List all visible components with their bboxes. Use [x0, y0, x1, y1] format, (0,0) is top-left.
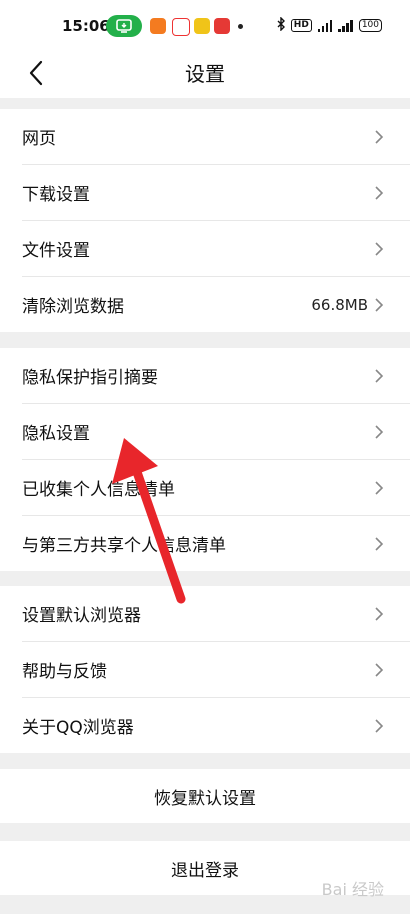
- settings-group-general: 网页 下载设置 文件设置 清除浏览数据 66.8MB: [0, 109, 410, 332]
- settings-item-default-browser[interactable]: 设置默认浏览器: [22, 586, 410, 642]
- settings-item-label: 清除浏览数据: [22, 297, 124, 317]
- chevron-right-icon: [375, 185, 384, 200]
- chevron-right-icon: [375, 129, 384, 144]
- settings-item-label: 隐私设置: [22, 424, 90, 444]
- bluetooth-icon: [277, 16, 285, 34]
- settings-item-label: 下载设置: [22, 185, 90, 205]
- status-bar: 15:06 HD 100: [0, 0, 410, 52]
- settings-item-help-feedback[interactable]: 帮助与反馈: [22, 642, 410, 698]
- settings-item-label: 已收集个人信息清单: [22, 480, 175, 500]
- signal-icon: [338, 19, 353, 32]
- battery-icon: 100: [358, 19, 382, 32]
- status-time: 15:06: [62, 17, 110, 35]
- signal-icon: [317, 19, 333, 32]
- chevron-right-icon: [375, 424, 384, 439]
- settings-item-webpage[interactable]: 网页: [22, 109, 410, 165]
- settings-item-clear-data[interactable]: 清除浏览数据 66.8MB: [22, 277, 410, 332]
- settings-item-label: 隐私保护指引摘要: [22, 368, 158, 388]
- app-notification-icon: [194, 18, 210, 34]
- settings-item-label: 关于QQ浏览器: [22, 718, 134, 738]
- settings-item-collected-info[interactable]: 已收集个人信息清单: [22, 460, 410, 516]
- settings-group-about: 设置默认浏览器 帮助与反馈 关于QQ浏览器: [0, 586, 410, 753]
- chevron-right-icon: [375, 480, 384, 495]
- settings-item-label: 设置默认浏览器: [22, 606, 141, 626]
- chevron-right-icon: [375, 368, 384, 383]
- settings-item-label: 网页: [22, 129, 56, 149]
- restore-defaults-label: 恢复默认设置: [154, 788, 256, 809]
- app-notification-icon: [172, 18, 190, 36]
- more-notifications-icon: [238, 24, 243, 29]
- settings-item-download[interactable]: 下载设置: [22, 165, 410, 221]
- page-title: 设置: [185, 62, 225, 86]
- settings-item-privacy-settings[interactable]: 隐私设置: [22, 404, 410, 460]
- battery-level: 100: [361, 20, 379, 30]
- screen-cast-icon: [106, 15, 142, 37]
- chevron-right-icon: [375, 241, 384, 256]
- chevron-right-icon: [375, 718, 384, 733]
- settings-item-privacy-summary[interactable]: 隐私保护指引摘要: [22, 348, 410, 404]
- chevron-right-icon: [375, 536, 384, 551]
- chevron-right-icon: [375, 297, 384, 312]
- chevron-right-icon: [375, 606, 384, 621]
- settings-item-label: 帮助与反馈: [22, 662, 107, 682]
- settings-item-label: 与第三方共享个人信息清单: [22, 536, 226, 556]
- settings-item-files[interactable]: 文件设置: [22, 221, 410, 277]
- watermark: Bai 经验: [321, 880, 384, 899]
- settings-item-third-party-sharing[interactable]: 与第三方共享个人信息清单: [22, 516, 410, 571]
- cache-size-value: 66.8MB: [311, 295, 368, 314]
- hd-voice-icon: HD: [290, 19, 312, 32]
- app-notification-icon: [150, 18, 166, 34]
- logout-label: 退出登录: [171, 860, 239, 881]
- settings-item-label: 文件设置: [22, 241, 90, 261]
- restore-defaults-button[interactable]: 恢复默认设置: [0, 769, 410, 823]
- top-bar: 设置: [0, 52, 410, 98]
- chevron-right-icon: [375, 662, 384, 677]
- settings-item-about[interactable]: 关于QQ浏览器: [22, 698, 410, 753]
- settings-group-privacy: 隐私保护指引摘要 隐私设置 已收集个人信息清单 与第三方共享个人信息清单: [0, 348, 410, 571]
- app-notification-icon: [214, 18, 230, 34]
